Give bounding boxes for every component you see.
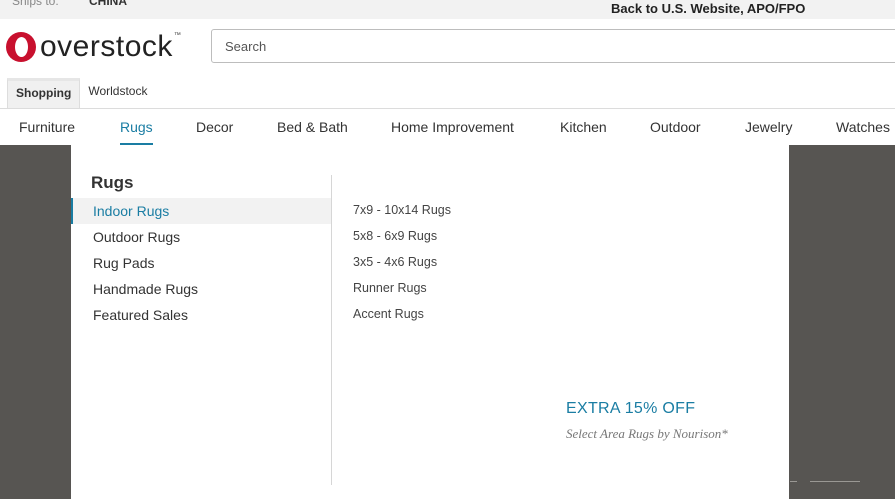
logo-trademark: ™ — [173, 32, 181, 39]
nav-item-jewelry[interactable]: Jewelry — [745, 119, 792, 135]
nav-item-furniture[interactable]: Furniture — [19, 119, 75, 135]
search-input[interactable] — [211, 29, 895, 63]
ships-to-country[interactable]: CHINA — [89, 0, 127, 8]
size-link-5x8-6x9[interactable]: 5x8 - 6x9 Rugs — [353, 229, 437, 243]
overstock-o-logo-icon — [6, 32, 36, 62]
promo-subtitle[interactable]: Select Area Rugs by Nourison* — [566, 426, 728, 442]
store-tabs: Shopping Worldstock — [7, 78, 155, 109]
column-divider — [331, 175, 332, 485]
category-nav: Furniture Rugs Decor Bed & Bath Home Imp… — [0, 108, 895, 146]
promo-title[interactable]: EXTRA 15% OFF — [566, 400, 695, 418]
subcategory-indoor-rugs[interactable]: Indoor Rugs — [71, 198, 331, 224]
size-link-runner[interactable]: Runner Rugs — [353, 281, 427, 295]
overstock-logo[interactable]: overstock ™ — [6, 30, 181, 64]
backdrop-dash — [810, 481, 860, 482]
nav-item-outdoor[interactable]: Outdoor — [650, 119, 701, 135]
size-link-3x5-4x6[interactable]: 3x5 - 4x6 Rugs — [353, 255, 437, 269]
backdrop-dash — [790, 481, 797, 482]
ships-to-label: Ships to: — [12, 0, 59, 8]
nav-item-home-improvement[interactable]: Home Improvement — [391, 119, 514, 135]
tab-worldstock[interactable]: Worldstock — [80, 78, 155, 109]
nav-item-rugs[interactable]: Rugs — [120, 119, 153, 135]
rugs-dropdown-panel: Rugs Indoor Rugs Outdoor Rugs Rug Pads H… — [71, 145, 789, 499]
tab-shopping[interactable]: Shopping — [7, 78, 81, 109]
subcategory-handmade-rugs[interactable]: Handmade Rugs — [71, 276, 331, 302]
nav-item-kitchen[interactable]: Kitchen — [560, 119, 607, 135]
size-link-accent[interactable]: Accent Rugs — [353, 307, 424, 321]
size-link-7x9-10x14[interactable]: 7x9 - 10x14 Rugs — [353, 203, 451, 217]
nav-item-bed-bath[interactable]: Bed & Bath — [277, 119, 348, 135]
top-strip: Ships to: CHINA Back to U.S. Website, AP… — [0, 0, 895, 19]
nav-item-decor[interactable]: Decor — [196, 119, 233, 135]
subcategory-featured-sales[interactable]: Featured Sales — [71, 302, 331, 328]
subcategory-rug-pads[interactable]: Rug Pads — [71, 250, 331, 276]
back-to-us-website-link[interactable]: Back to U.S. Website, APO/FPO — [611, 1, 805, 16]
subcategory-outdoor-rugs[interactable]: Outdoor Rugs — [71, 224, 331, 250]
logo-text: overstock — [40, 30, 173, 63]
nav-item-watches[interactable]: Watches — [836, 119, 890, 135]
dropdown-title: Rugs — [91, 173, 134, 192]
